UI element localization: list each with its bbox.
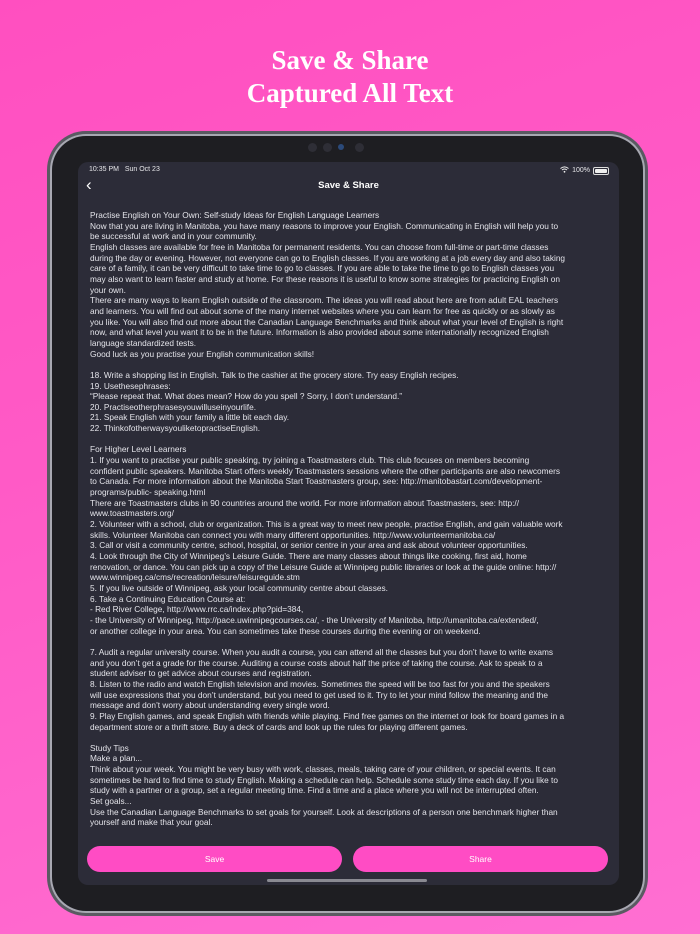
text-line: may also want to learn faster and study … [90, 273, 560, 284]
text-line: - the University of Winnipeg, http://pac… [90, 614, 539, 625]
sensor-dot [323, 143, 332, 152]
text-line [90, 434, 609, 445]
text-line [90, 732, 609, 743]
tablet-frame: 10:35 PM Sun Oct 23 100% ‹ Save & Share … [52, 136, 643, 911]
text-line: Set goals... [90, 796, 132, 807]
text-line: 21. Speak English with your family a lit… [90, 412, 290, 423]
sensor-dot [308, 143, 317, 152]
text-line: yourself and make that your goal. [90, 817, 213, 828]
share-button[interactable]: Share [353, 846, 608, 872]
text-line: you like. You will also find out more ab… [90, 316, 564, 327]
text-line [90, 636, 609, 647]
headline-line-2: Captured All Text [246, 78, 454, 108]
status-time: 10:35 PM Sun Oct 23 [89, 166, 160, 173]
text-line: sometimes be hard to find time to study … [90, 774, 558, 785]
text-line: department store or a thrift store. Buy … [90, 721, 468, 732]
text-line: 19. Usethesephrases: [90, 380, 171, 391]
home-indicator [267, 879, 427, 882]
action-bar: Save Share [87, 846, 608, 872]
text-line: 5. If you live outside of Winnipeg, ask … [90, 582, 388, 593]
text-line: “Please repeat that. What does mean? How… [90, 391, 403, 402]
save-button[interactable]: Save [87, 846, 342, 872]
text-line: 9. Play English games, and speak English… [90, 710, 565, 721]
text-line: English classes are available for free i… [90, 241, 549, 252]
text-line: study with a partner or a group, set a r… [90, 785, 539, 796]
text-line: Use the Canadian Language Benchmarks to … [90, 806, 558, 817]
text-line: 4. Look through the City of Winnipeg’s L… [90, 551, 527, 561]
text-line: message and don’t worry about understand… [90, 700, 330, 711]
text-line: care of a family, it can be very difficu… [90, 263, 555, 274]
text-line: language standardized tests. [90, 337, 197, 348]
text-line: to Canada. For more information about th… [90, 476, 543, 487]
text-line [90, 359, 609, 370]
text-line: There are many ways to learn English out… [90, 295, 559, 306]
text-line: Good luck as you practise your English c… [90, 348, 315, 359]
text-line: Now that you are living in Manitoba, you… [90, 220, 559, 231]
text-line: or another college in your area. You can… [90, 625, 481, 636]
app-screen: 10:35 PM Sun Oct 23 100% ‹ Save & Share … [78, 162, 619, 885]
text-line: 7. Audit a regular university course. Wh… [90, 646, 554, 657]
text-line: - Red River College, http://www.rrc.ca/i… [90, 604, 304, 615]
text-line: 6. Take a Continuing Education Course at… [90, 593, 246, 604]
nav-title: Save & Share [318, 180, 379, 191]
text-line: Study Tips [90, 742, 129, 753]
promo-headline: Save & Share Captured All Text [0, 44, 700, 110]
text-line: during the day or evening. However, not … [90, 252, 566, 263]
date-text: Sun Oct 23 [124, 166, 160, 173]
text-line: renovation, or dance. You can pick up a … [90, 561, 557, 572]
text-line: your own. [90, 284, 126, 295]
text-line: Practise English on Your Own: Self-study… [90, 210, 380, 220]
sensor-dot [355, 143, 364, 152]
text-line: 22. ThinkofotherwaysyouliketopractiseEng… [90, 423, 261, 434]
text-line: Make a plan... [90, 753, 143, 764]
status-right: 100% [560, 166, 609, 175]
text-line: be successful at work and in your commun… [90, 231, 257, 242]
text-line: and learners. You will find out about so… [90, 305, 555, 316]
text-line: www.winnipeg.ca/cms/recreation/leisure/l… [90, 572, 300, 583]
captured-text-area[interactable]: Practise English on Your Own: Self-study… [90, 210, 609, 832]
text-line: student adviser to get advice about cour… [90, 668, 312, 679]
navigation-bar: ‹ Save & Share [78, 175, 619, 198]
text-line: 2. Volunteer with a school, club or orga… [90, 519, 563, 530]
text-line: There are Toastmasters clubs in 90 count… [90, 497, 520, 508]
text-line: 8. Listen to the radio and watch English… [90, 678, 550, 689]
text-line: confident public speakers. Manitoba Star… [90, 465, 561, 476]
wifi-icon [560, 166, 569, 175]
battery-percent: 100% [572, 167, 590, 174]
text-line: 18. Write a shopping list in English. Ta… [90, 369, 459, 380]
camera-icon [338, 144, 344, 150]
text-line: skills. Volunteer Manitoba can connect y… [90, 529, 496, 540]
text-line: Think about your week. You might be very… [90, 764, 556, 775]
text-line: and you don’t get a grade for the course… [90, 657, 543, 668]
text-line: 3. Call or visit a community centre, sch… [90, 540, 528, 551]
text-line: www.toastmasters.org/ [90, 508, 174, 519]
time-text: 10:35 PM [89, 166, 119, 173]
headline-line-1: Save & Share [271, 45, 429, 75]
text-line: programs/public- speaking.html [90, 487, 206, 498]
text-line: 20. Practiseotherphrasesyouwilluseinyour… [90, 401, 257, 412]
battery-icon [593, 166, 609, 175]
text-line: now, and what level you want it to be in… [90, 327, 549, 338]
text-line: For Higher Level Learners [90, 444, 187, 455]
text-line: 1. If you want to practise your public s… [90, 455, 530, 466]
text-line: will use expressions that you don’t unde… [90, 689, 548, 700]
